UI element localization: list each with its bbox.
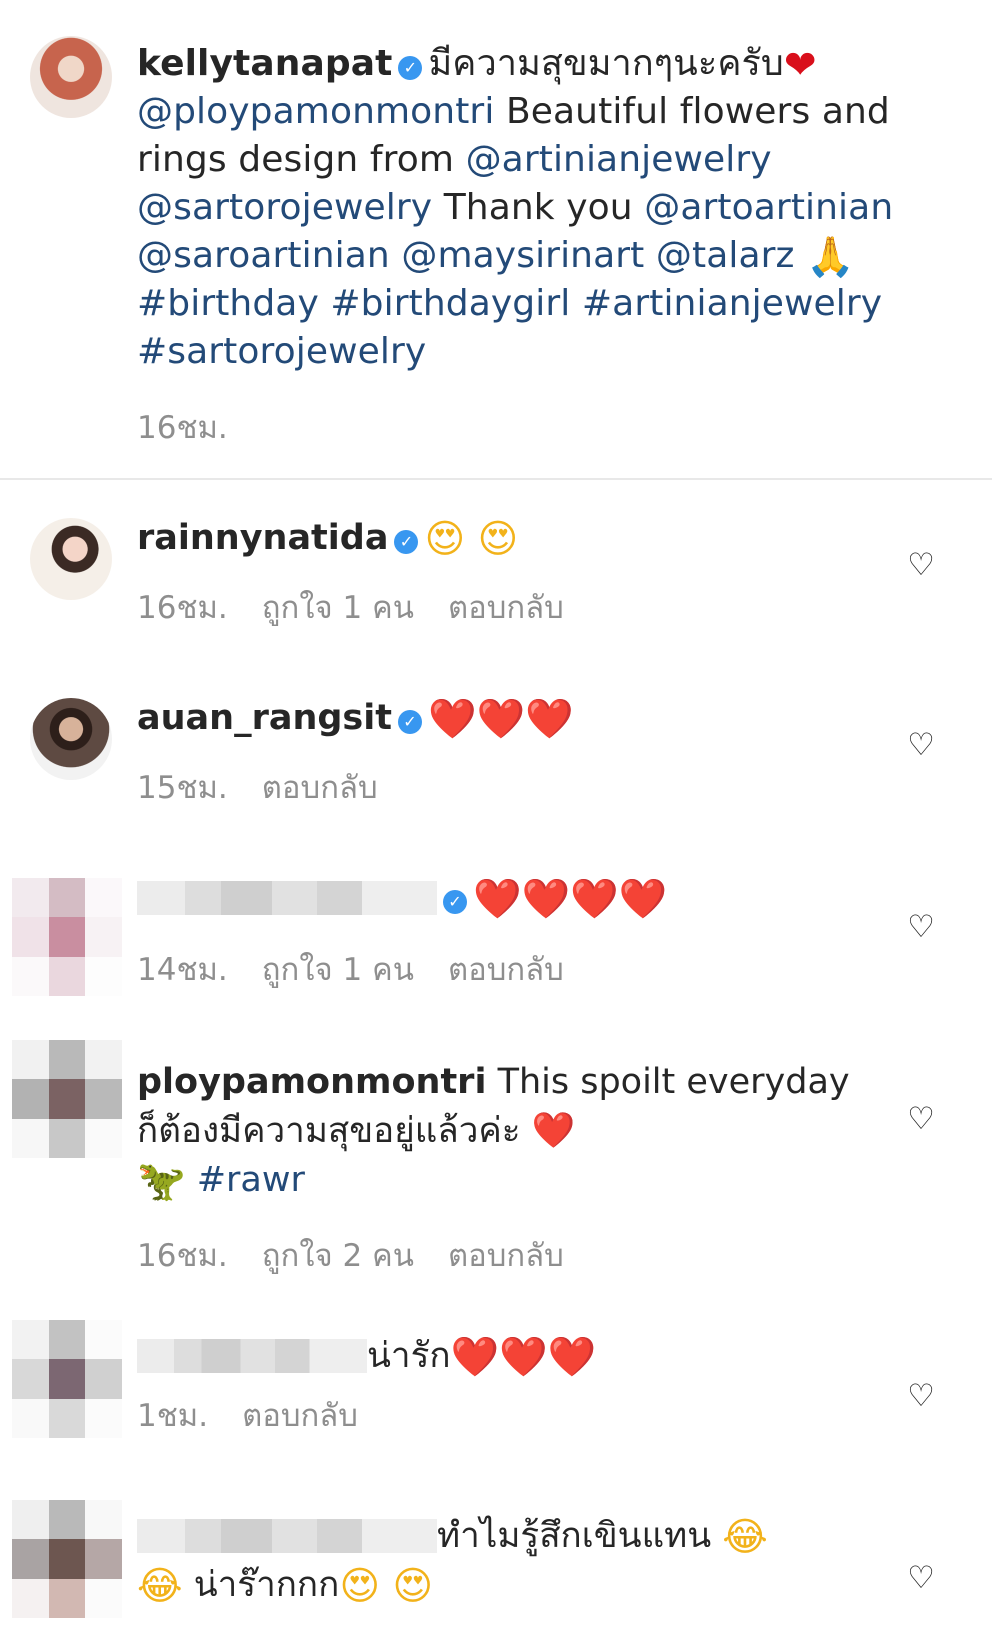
verified-icon: ✓ [397, 710, 422, 734]
heart-emoji: ❤️❤️❤️ [427, 697, 574, 742]
heart-emoji: ❤ [783, 43, 817, 88]
comment-username[interactable]: rainnynatida [137, 518, 388, 558]
heart-outline-icon[interactable]: ♡ [905, 1381, 937, 1412]
pray-emoji: 🙏 [806, 235, 855, 280]
heart-outline-icon[interactable]: ♡ [905, 912, 937, 943]
heart-emoji: ❤️❤️❤️ [450, 1335, 597, 1380]
crying-laughing-emoji: 😂 [722, 1515, 768, 1560]
comment-text: น่ารัก❤️❤️❤️ [137, 1332, 877, 1381]
heart-eyes-emoji: 😍 😍 [424, 517, 519, 562]
comment-text: ✓ ❤️❤️❤️❤️ [137, 874, 877, 923]
comment-likes[interactable]: ถูกใจ 2 คน [262, 1238, 414, 1274]
mention-talarz[interactable]: @talarz [656, 235, 795, 276]
avatar[interactable] [30, 518, 112, 600]
comment-time: 16ชม. [137, 590, 228, 626]
mention-artinianjewelry[interactable]: @artinianjewelry [466, 139, 772, 180]
avatar[interactable] [30, 698, 112, 780]
comment-text: rainnynatida ✓ 😍 😍 [137, 514, 877, 563]
heart-outline-icon[interactable]: ♡ [905, 550, 937, 581]
comment-meta: 15ชม. ตอบกลับ [137, 762, 412, 812]
caption-text: kellytanapat ✓ มีความสุขมากๆนะครับ❤ @ployp… [137, 40, 907, 376]
dinosaur-emoji: 🦖 [137, 1159, 186, 1204]
heart-emoji: ❤️❤️❤️❤️ [473, 877, 668, 922]
avatar[interactable] [12, 878, 122, 996]
mention-ploypamonmontri[interactable]: @ploypamonmontri [137, 91, 494, 132]
caption-username[interactable]: kellytanapat [137, 43, 392, 84]
hashtag-artinianjewelry[interactable]: #artinianjewelry [582, 283, 882, 324]
comment-ploypamonmontri: ploypamonmontri This spoilt everyday ก็ต… [0, 1040, 992, 1274]
blurred-username[interactable] [137, 1339, 367, 1373]
mention-saroartinian[interactable]: @saroartinian [137, 235, 390, 276]
comment-username[interactable]: ploypamonmontri [137, 1062, 486, 1102]
heart-eyes-emoji: 😍 😍 [339, 1564, 434, 1609]
comment-auan-rangsit: auan_rangsit ✓ ❤️❤️❤️ 15ชม. ตอบกลับ ♡ [0, 680, 992, 830]
caption-block: kellytanapat ✓ มีความสุขมากๆนะครับ❤ @ployp… [0, 0, 992, 478]
comment-body-2: น่าร๊ากกก [182, 1565, 340, 1605]
caption-time: 16ชม. [137, 410, 228, 446]
mention-artoartinian[interactable]: @artoartinian [644, 187, 893, 228]
hashtag-sartorojewelry[interactable]: #sartorojewelry [137, 331, 426, 372]
comment-hidden-user-1: ✓ ❤️❤️❤️❤️ 14ชม. ถูกใจ 1 คน ตอบกลับ ♡ [0, 860, 992, 1010]
verified-icon: ✓ [398, 56, 423, 80]
comment-time: 14ชม. [137, 952, 228, 988]
avatar[interactable] [12, 1040, 122, 1158]
caption-text-3: Thank you [432, 187, 645, 228]
avatar[interactable] [12, 1320, 122, 1438]
verified-icon: ✓ [394, 530, 419, 554]
comment-time: 16ชม. [137, 1238, 228, 1274]
comment-hidden-user-3: ทำไมรู้สึกเขินแทน 😂 😂 น่าร๊ากกก😍 😍 ♡ [0, 1500, 992, 1650]
comment-text: auan_rangsit ✓ ❤️❤️❤️ [137, 694, 877, 743]
comment-time: 15ชม. [137, 770, 228, 806]
heart-outline-icon[interactable]: ♡ [905, 1104, 937, 1135]
avatar[interactable] [12, 1500, 122, 1618]
reply-button[interactable]: ตอบกลับ [448, 1238, 564, 1274]
comment-username[interactable]: auan_rangsit [137, 698, 392, 738]
caption-text-1: มีความสุขมากๆนะครับ [428, 43, 784, 84]
reply-button[interactable]: ตอบกลับ [262, 770, 378, 806]
comment-likes[interactable]: ถูกใจ 1 คน [262, 590, 414, 626]
comment-body: น่ารัก [367, 1336, 451, 1376]
heart-outline-icon[interactable]: ♡ [905, 730, 937, 761]
divider [0, 478, 992, 480]
comment-rainnynatida: rainnynatida ✓ 😍 😍 16ชม. ถูกใจ 1 คน ตอบกลับ … [0, 500, 992, 650]
comment-meta: 16ชม. ถูกใจ 1 คน ตอบกลับ [137, 582, 598, 632]
reply-button[interactable]: ตอบกลับ [448, 590, 564, 626]
reply-button[interactable]: ตอบกลับ [448, 952, 564, 988]
blurred-username[interactable] [137, 881, 437, 915]
comment-meta: 16ชม. ถูกใจ 2 คน ตอบกลับ [137, 1230, 598, 1280]
comment-likes[interactable]: ถูกใจ 1 คน [262, 952, 414, 988]
crying-laughing-emoji: 😂 [137, 1564, 183, 1609]
comment-body: ทำไมรู้สึกเขินแทน [437, 1516, 712, 1556]
comment-meta: 14ชม. ถูกใจ 1 คน ตอบกลับ [137, 944, 598, 994]
blurred-username[interactable] [137, 1519, 437, 1553]
hashtag-rawr[interactable]: #rawr [197, 1160, 305, 1200]
comment-time: 1ชม. [137, 1398, 209, 1434]
comment-hidden-user-2: น่ารัก❤️❤️❤️ 1ชม. ตอบกลับ ♡ [0, 1320, 992, 1460]
mention-sartorojewelry[interactable]: @sartorojewelry [137, 187, 432, 228]
comment-meta: 1ชม. ตอบกลับ [137, 1390, 392, 1440]
reply-button[interactable]: ตอบกลับ [242, 1398, 358, 1434]
hashtag-birthdaygirl[interactable]: #birthdaygirl [330, 283, 570, 324]
comment-text: ploypamonmontri This spoilt everyday ก็ต… [137, 1058, 877, 1205]
caption-avatar[interactable] [30, 36, 112, 118]
verified-icon: ✓ [443, 890, 467, 914]
comment-text: ทำไมรู้สึกเขินแทน 😂 😂 น่าร๊ากกก😍 😍 [137, 1512, 877, 1610]
heart-outline-icon[interactable]: ♡ [905, 1563, 937, 1594]
mention-maysirinart[interactable]: @maysirinart [401, 235, 644, 276]
hashtag-birthday[interactable]: #birthday [137, 283, 319, 324]
